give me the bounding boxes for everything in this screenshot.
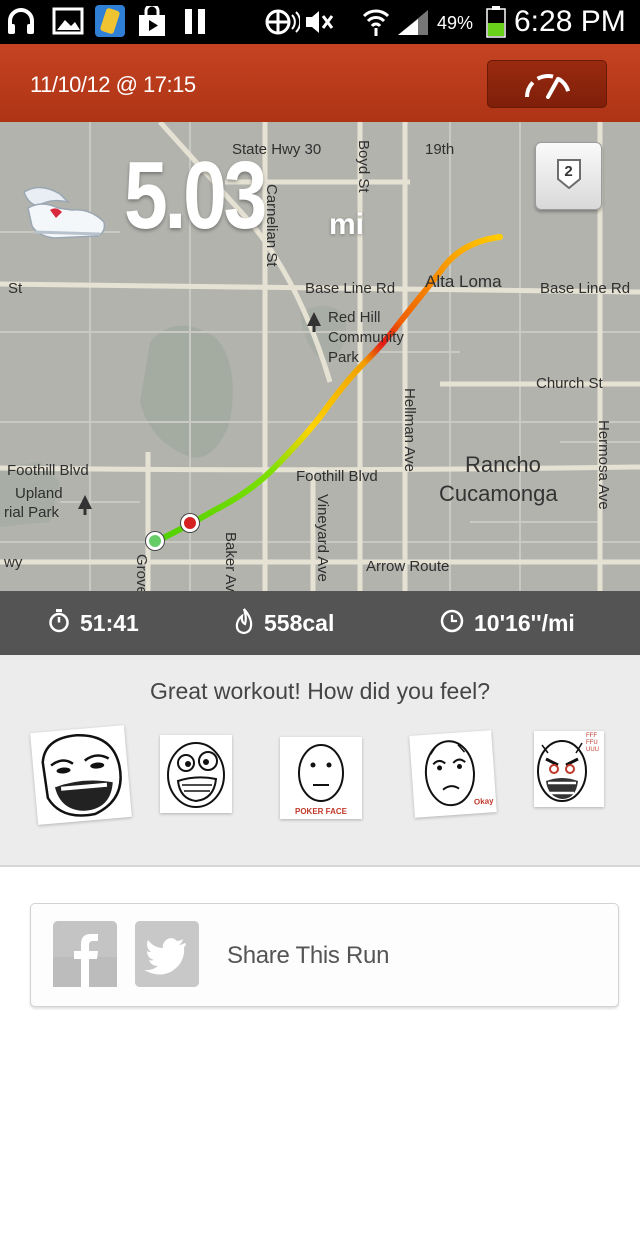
distance-unit: mi	[329, 208, 365, 241]
map-label: Boyd St	[355, 140, 372, 193]
clock-icon	[440, 609, 464, 638]
poker-face-caption: POKER FACE	[294, 807, 347, 816]
map-label: Park	[328, 349, 359, 366]
share-run-label: Share This Run	[227, 942, 390, 969]
shopping-bag-icon	[137, 3, 167, 43]
map-label: Carnelian St	[263, 184, 280, 267]
twitter-icon	[135, 921, 199, 992]
calories-value: 558cal	[264, 609, 335, 636]
rage-face-caption: FFFFFUUUU	[586, 733, 599, 753]
map-label: Cucamonga	[439, 481, 558, 506]
map-label: Alta Loma	[425, 272, 502, 291]
feel-section: Great workout! How did you feel? POKER F…	[0, 655, 640, 867]
map-label: Community	[328, 329, 404, 346]
map-label: Upland	[15, 485, 63, 502]
feeling-option-poker-face[interactable]: POKER FACE	[280, 737, 362, 819]
map-label: 19th	[425, 141, 455, 158]
signal-icon	[396, 8, 430, 41]
gallery-icon	[52, 6, 84, 41]
duration-value: 51:41	[80, 609, 139, 636]
feeling-option-rage[interactable]: FFFFFUUUU	[534, 731, 604, 807]
map-label: Red Hill	[328, 309, 381, 326]
battery-percent: 49%	[437, 13, 474, 33]
map-label: Church St	[536, 375, 603, 392]
nfc-icon	[264, 8, 302, 41]
facebook-share-button[interactable]	[53, 921, 117, 987]
feeling-option-sweet-jesus[interactable]	[30, 725, 132, 825]
run-date-time: 11/10/12 @ 17:15	[30, 72, 196, 97]
route-end-marker[interactable]	[181, 514, 199, 532]
map-label: Baker Ave	[222, 532, 239, 591]
route-map[interactable]: State Hwy 30 Boyd St 19th Carnelian St B…	[0, 122, 640, 591]
run-header: 11/10/12 @ 17:15	[0, 44, 640, 122]
map-label: Rancho	[465, 452, 541, 477]
map-label: wy	[4, 554, 23, 571]
map-label: Foothill Blvd	[296, 468, 378, 485]
flame-icon	[234, 607, 254, 639]
map-label: Hellman Ave	[401, 388, 418, 472]
duration-stat: 51:41	[48, 591, 139, 655]
headphones-icon	[6, 6, 36, 41]
okay-face-caption: Okay	[473, 796, 494, 807]
feel-prompt: Great workout! How did you feel?	[149, 678, 491, 704]
feeling-option-excited[interactable]	[160, 735, 232, 813]
distance-value: 5.03	[124, 142, 267, 249]
status-bar: 49% 6:28 PM	[0, 0, 640, 44]
speed-button[interactable]	[487, 60, 607, 108]
calories-stat: 558cal	[234, 591, 334, 655]
twitter-share-button[interactable]	[135, 921, 199, 987]
run-stats-bar: 51:41 558cal 10'16''/mi	[0, 591, 640, 655]
feeling-option-okay[interactable]: Okay	[409, 730, 497, 818]
map-label: Grove	[133, 554, 150, 591]
map-label: Base Line Rd	[305, 280, 396, 297]
map-label: Base Line Rd	[540, 280, 631, 297]
mute-icon	[304, 8, 334, 41]
battery-icon	[486, 6, 506, 43]
share-run-panel[interactable]: Share This Run	[30, 903, 619, 1007]
map-label: rial Park	[4, 504, 60, 521]
stopwatch-icon	[48, 608, 70, 638]
map-label: Vineyard Ave	[314, 494, 331, 582]
gauge-icon	[522, 71, 574, 104]
wifi-icon	[361, 6, 391, 43]
pause-icon	[182, 6, 208, 41]
sweet-jesus-face-icon	[41, 733, 122, 817]
route-start-marker[interactable]	[146, 532, 164, 550]
pace-stat: 10'16''/mi	[440, 591, 575, 655]
clock: 6:28 PM	[514, 5, 626, 38]
badge-number: 2	[564, 163, 573, 180]
map-label: Foothill Blvd	[7, 462, 89, 479]
notes-icon	[94, 4, 126, 43]
map-label: Arrow Route	[366, 558, 450, 575]
facebook-icon	[53, 921, 117, 992]
map-label: Hermosa Ave	[595, 420, 612, 510]
excited-face-icon	[167, 742, 225, 808]
map-label: St	[8, 280, 23, 297]
pace-value: 10'16''/mi	[474, 609, 575, 636]
achievement-badge-button[interactable]: 2	[535, 142, 602, 210]
